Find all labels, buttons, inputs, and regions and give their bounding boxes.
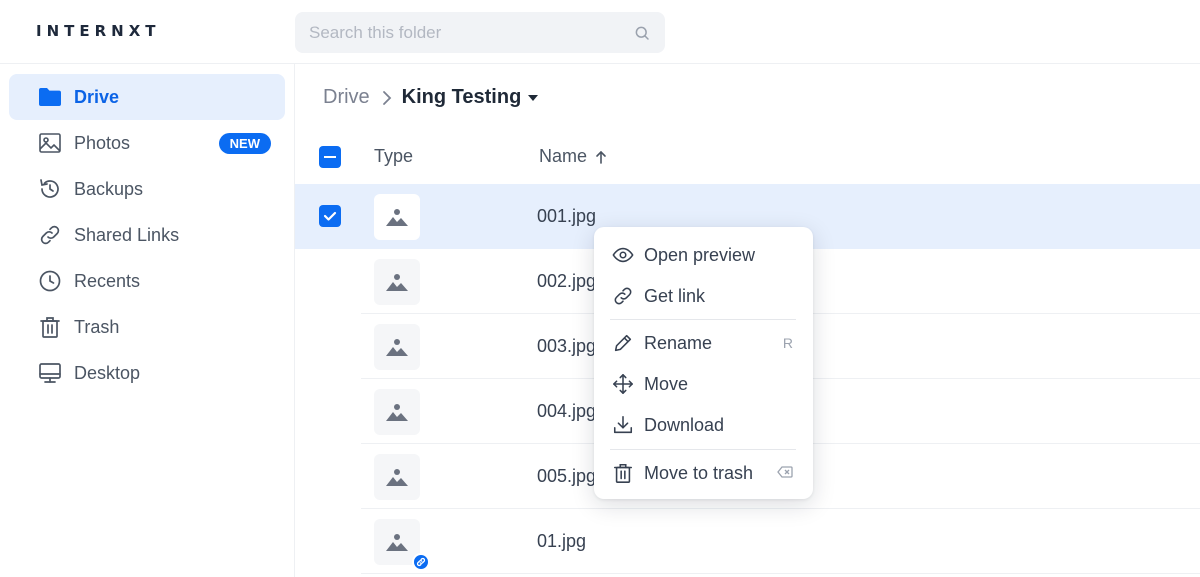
context-menu: Open preview Get link Rename R Move Down… bbox=[594, 227, 813, 499]
column-header-name-label: Name bbox=[539, 146, 588, 166]
menu-item-open-preview[interactable]: Open preview bbox=[594, 235, 813, 275]
file-name[interactable]: 001.jpg bbox=[537, 206, 596, 227]
sidebar-item-desktop[interactable]: Desktop bbox=[9, 350, 285, 396]
breadcrumb: Drive King Testing bbox=[323, 86, 539, 109]
file-name[interactable]: 003.jpg bbox=[537, 336, 596, 357]
menu-item-label: Open preview bbox=[644, 244, 756, 265]
menu-item-move[interactable]: Move bbox=[594, 364, 813, 404]
table-header: Type Name bbox=[295, 134, 1200, 182]
desktop-icon bbox=[38, 361, 62, 385]
app-logo[interactable]: INTERNXT bbox=[36, 22, 161, 40]
sidebar-item-drive[interactable]: Drive bbox=[9, 74, 285, 120]
file-name[interactable]: 01.jpg bbox=[537, 531, 586, 552]
trash-icon bbox=[38, 315, 62, 339]
shared-link-badge-icon bbox=[412, 553, 430, 571]
sidebar-item-label: Shared Links bbox=[74, 224, 180, 245]
menu-item-label: Download bbox=[644, 414, 725, 435]
caret-down-icon[interactable] bbox=[527, 94, 539, 102]
history-icon bbox=[38, 177, 62, 201]
menu-item-label: Move to trash bbox=[644, 462, 754, 483]
menu-item-rename[interactable]: Rename R bbox=[594, 323, 813, 363]
top-bar: INTERNXT Search this folder bbox=[0, 0, 1200, 64]
menu-item-get-link[interactable]: Get link bbox=[594, 276, 813, 316]
sidebar-item-trash[interactable]: Trash bbox=[9, 304, 285, 350]
image-file-icon bbox=[374, 389, 420, 435]
row-checkbox[interactable] bbox=[319, 205, 341, 227]
sidebar-item-label: Backups bbox=[74, 178, 144, 199]
sort-arrow-up-icon bbox=[596, 151, 606, 165]
image-file-icon bbox=[374, 519, 430, 571]
select-all-checkbox[interactable] bbox=[319, 146, 341, 168]
sidebar-item-backups[interactable]: Backups bbox=[9, 166, 285, 212]
image-file-icon bbox=[374, 194, 420, 240]
menu-item-label: Get link bbox=[644, 285, 706, 306]
menu-divider bbox=[610, 319, 796, 320]
sidebar-item-photos[interactable]: Photos NEW bbox=[9, 120, 285, 166]
file-name[interactable]: 004.jpg bbox=[537, 401, 596, 422]
eye-icon bbox=[612, 244, 634, 266]
pencil-icon bbox=[612, 332, 634, 354]
search-input[interactable]: Search this folder bbox=[309, 23, 441, 43]
menu-item-label: Rename bbox=[644, 332, 713, 353]
folder-icon bbox=[38, 85, 62, 109]
sidebar-item-label: Drive bbox=[74, 86, 120, 107]
menu-item-label: Move bbox=[644, 373, 689, 394]
backspace-icon bbox=[777, 465, 793, 481]
menu-item-download[interactable]: Download bbox=[594, 405, 813, 445]
column-header-type[interactable]: Type bbox=[374, 146, 413, 167]
clock-icon bbox=[38, 269, 62, 293]
row-divider bbox=[361, 573, 1200, 574]
search-box[interactable]: Search this folder bbox=[295, 12, 665, 53]
image-icon bbox=[38, 131, 62, 155]
chevron-right-icon bbox=[382, 90, 392, 106]
sidebar-item-label: Trash bbox=[74, 316, 120, 337]
sidebar-item-label: Recents bbox=[74, 270, 141, 291]
download-icon bbox=[612, 414, 634, 436]
sidebar-item-recents[interactable]: Recents bbox=[9, 258, 285, 304]
image-file-icon bbox=[374, 324, 420, 370]
sidebar-item-label: Desktop bbox=[74, 362, 141, 383]
menu-divider bbox=[610, 449, 796, 450]
new-badge: NEW bbox=[218, 133, 271, 154]
breadcrumb-root[interactable]: Drive bbox=[323, 86, 370, 109]
table-row[interactable]: 01.jpg bbox=[295, 509, 1200, 574]
move-arrows-icon bbox=[612, 373, 634, 395]
menu-item-move-to-trash[interactable]: Move to trash bbox=[594, 453, 813, 493]
column-header-name[interactable]: Name bbox=[539, 146, 607, 167]
sidebar-item-label: Photos bbox=[74, 132, 131, 153]
search-icon[interactable] bbox=[633, 24, 651, 42]
file-name[interactable]: 002.jpg bbox=[537, 271, 596, 292]
breadcrumb-current[interactable]: King Testing bbox=[402, 86, 522, 109]
link-icon bbox=[612, 285, 634, 307]
image-file-icon bbox=[374, 259, 420, 305]
sidebar-item-shared-links[interactable]: Shared Links bbox=[9, 212, 285, 258]
image-file-icon bbox=[374, 454, 420, 500]
link-icon bbox=[38, 223, 62, 247]
menu-shortcut: R bbox=[782, 335, 793, 351]
sidebar: Drive Photos NEW Backups Shared Links Re… bbox=[0, 64, 295, 577]
trash-icon bbox=[612, 462, 634, 484]
file-name[interactable]: 005.jpg bbox=[537, 466, 596, 487]
